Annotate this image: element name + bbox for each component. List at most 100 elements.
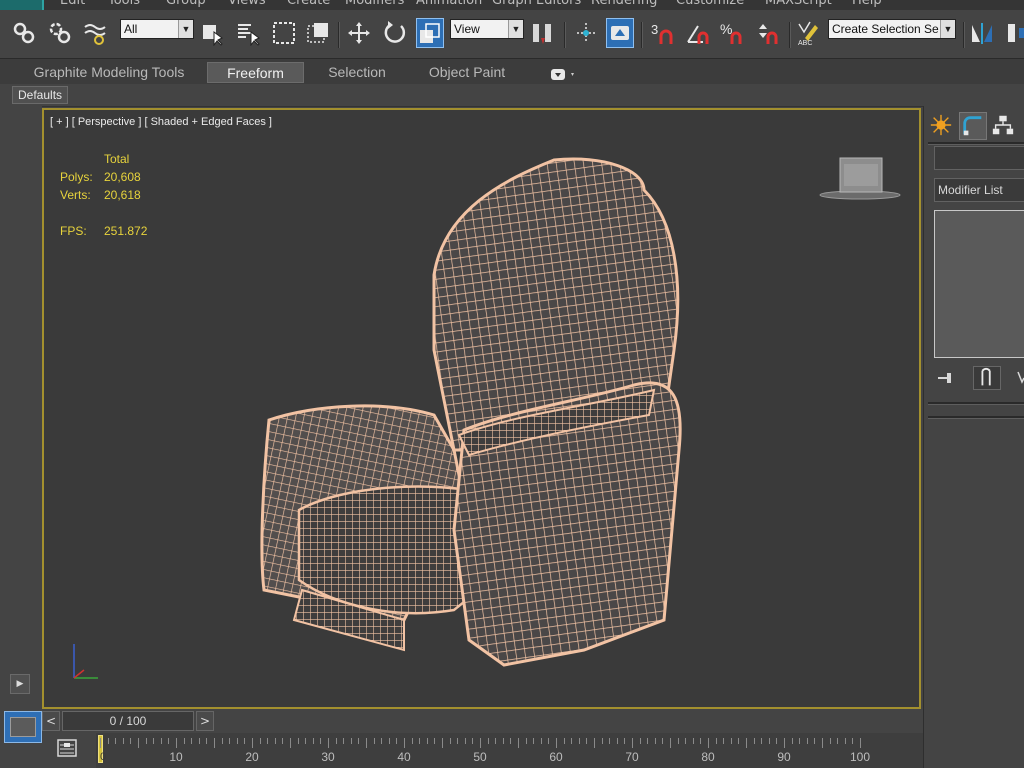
track-bar[interactable]: 0 10 20 30 40 50 60 70 80 90 100 [96,733,923,768]
track-bar-tick [616,738,618,744]
angle-snap-icon[interactable] [684,18,712,48]
left-strip [0,106,42,710]
track-bar-tick [229,738,231,744]
menu-customize[interactable]: Customize [676,0,744,8]
create-tab-icon[interactable] [928,112,954,138]
track-bar-tick [107,738,109,744]
track-bar-tick [457,738,459,744]
mini-listener-button[interactable] [4,711,42,743]
track-bar-tick [472,738,474,744]
modifier-list-dropdown[interactable]: Modifier List [934,178,1024,202]
spinner-snap-icon[interactable] [753,18,781,48]
track-bar-tick [145,738,147,744]
mirror-icon[interactable] [968,18,996,48]
menu-rendering[interactable]: Rendering [591,0,657,8]
panel-divider [928,416,1024,419]
ribbon-options-icon[interactable] [551,66,577,80]
track-bar-tick [730,738,732,744]
verts-label: Verts: [60,188,91,202]
select-and-scale-icon[interactable] [416,18,444,48]
tab-graphite-modeling-tools[interactable]: Graphite Modeling Tools [26,62,192,83]
select-and-move-icon[interactable] [345,18,373,48]
track-bar-frame-label: 80 [701,750,715,764]
menu-help[interactable]: Help [852,0,882,8]
menu-group[interactable]: Group [166,0,206,8]
hierarchy-tab-icon[interactable] [990,112,1016,138]
panel-divider [928,402,1024,405]
keyboard-shortcut-override-icon[interactable] [606,18,634,48]
viewcube[interactable] [818,154,902,202]
track-bar-tick [556,738,557,748]
curve-editor-icon[interactable] [56,737,78,759]
menu-edit[interactable]: Edit [60,0,85,8]
menu-views[interactable]: Views [228,0,266,8]
time-slider-next-button[interactable]: > [196,711,214,731]
tab-selection[interactable]: Selection [317,62,397,83]
track-bar-tick [578,738,580,744]
time-slider-thumb[interactable]: 0 / 100 [62,711,194,731]
track-bar-tick [844,738,846,744]
percent-snap-icon[interactable]: % [718,18,746,48]
track-bar-tick [639,738,641,744]
select-by-name-icon[interactable] [234,18,262,48]
menu-graph-editors[interactable]: Graph Editors [492,0,581,8]
menu-modifiers[interactable]: Modifiers [345,0,404,8]
show-end-result-icon[interactable] [973,366,1001,390]
select-and-manipulate-icon[interactable] [572,18,600,48]
perspective-viewport[interactable]: [ + ] [ Perspective ] [ Shaded + Edged F… [42,108,921,709]
use-pivot-point-center-icon[interactable] [529,18,557,48]
selection-filter-dropdown[interactable]: All ▼ [120,19,194,39]
panel-divider [928,142,1024,145]
tab-object-paint[interactable]: Object Paint [418,62,516,83]
track-bar-tick [768,738,770,744]
armchair-mesh[interactable] [254,150,714,670]
make-unique-icon[interactable] [1012,368,1024,388]
menu-tools[interactable]: Tools [108,0,140,8]
object-name-field[interactable] [934,146,1024,170]
app-logo[interactable] [0,0,44,10]
track-bar-tick [464,738,466,744]
time-slider-prev-button[interactable]: < [42,711,60,731]
toolbar-separator [338,22,340,48]
window-crossing-icon[interactable] [304,18,332,48]
rectangular-selection-region-icon[interactable] [270,18,298,48]
track-bar-tick [236,738,238,744]
track-bar-tick [191,738,193,744]
unlink-selection-icon[interactable] [46,18,74,48]
menu-maxscript[interactable]: MAXScript [765,0,832,8]
modifier-stack-list[interactable] [934,210,1024,358]
select-and-link-icon[interactable] [10,18,38,48]
modify-tab-icon[interactable] [959,112,987,140]
track-bar-tick [168,738,170,744]
track-bar-tick [442,738,443,748]
track-bar-tick [723,738,725,744]
viewport-label[interactable]: [ + ] [ Perspective ] [ Shaded + Edged F… [50,116,272,128]
workspace-defaults-button[interactable]: Defaults [12,86,69,104]
edit-named-selection-sets-icon[interactable]: ABC [794,18,822,48]
track-bar-tick [647,738,649,744]
track-bar-tick [814,738,816,744]
expand-viewport-layout-button[interactable]: ▶ [10,674,30,694]
menu-animation[interactable]: Animation [416,0,482,8]
named-selection-sets-dropdown[interactable]: Create Selection Se ▼ [828,19,956,39]
track-bar-frame-label: 100 [849,750,871,764]
tab-freeform[interactable]: Freeform [207,62,304,83]
command-panel: Modifier List [923,106,1024,768]
track-bar-tick [305,738,307,744]
svg-text:3: 3 [651,22,658,37]
reference-coord-dropdown[interactable]: View ▼ [450,19,524,39]
fps-value: 251.872 [104,224,148,238]
time-slider[interactable]: < 0 / 100 > [42,711,214,731]
track-bar-tick [198,738,200,744]
bind-to-space-warp-icon[interactable] [81,18,109,48]
snaps-toggle-icon[interactable]: 3 [648,18,676,48]
pin-stack-icon[interactable] [936,368,958,388]
menu-create[interactable]: Create [287,0,330,8]
track-bar-tick [419,738,421,744]
select-object-icon[interactable] [198,18,226,48]
track-bar-tick [563,738,565,744]
track-bar-tick [282,738,284,744]
track-bar-tick [312,738,314,744]
align-icon[interactable] [1004,18,1024,48]
select-and-rotate-icon[interactable] [381,18,409,48]
